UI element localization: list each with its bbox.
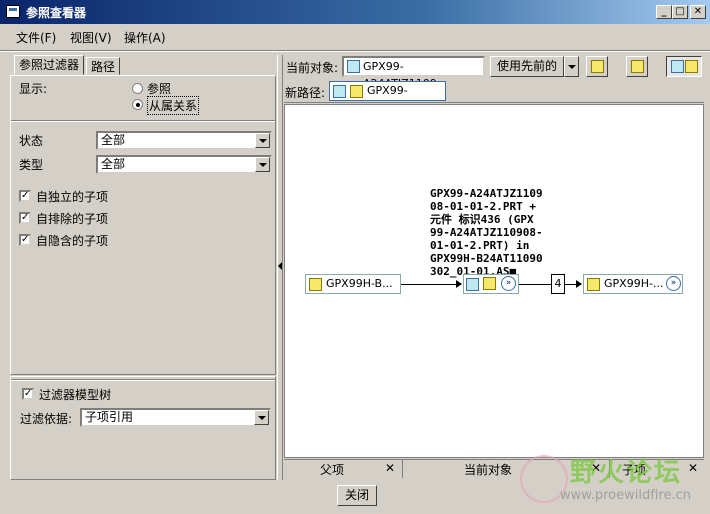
chevron-down-icon[interactable] [255,157,270,172]
current-object-label: 当前对象: [286,61,339,75]
assembly-icon [587,278,600,291]
state-select[interactable]: 全部 [96,131,272,150]
radio-reference[interactable] [132,83,143,94]
show-both-button[interactable] [666,56,702,77]
menu-actions[interactable]: 操作(A) [124,29,166,46]
reference-count: 4 [551,274,565,294]
type-value: 全部 [101,157,126,171]
radio-dependency-label: 从属关系 [147,96,200,115]
tab-path[interactable]: 路径 [86,57,120,75]
expand-icon[interactable]: » [501,276,516,291]
child-node[interactable]: GPX99H-... » [583,274,683,294]
tab-reference-filter[interactable]: 参照过滤器 [14,55,84,75]
tab-parent[interactable]: 父项 [320,461,344,478]
state-value: 全部 [101,133,126,147]
close-window-button[interactable]: ✕ [690,5,706,19]
radio-dependency[interactable] [132,99,143,110]
title-bar: 参照查看器 _ □ ✕ [0,0,710,24]
collapse-arrow-icon[interactable] [278,262,282,270]
use-previous-dropdown[interactable] [564,56,579,77]
type-select[interactable]: 全部 [96,155,272,174]
menu-separator [0,50,710,52]
close-icon[interactable]: ✕ [688,461,698,475]
assembly-icon [685,60,698,73]
graph-description: GPX99-A24ATJZ1109 08-01-01-2.PRT + 元件 标识… [430,187,543,278]
assembly-icon [350,85,363,98]
state-label: 状态 [19,134,44,148]
watermark-url: www.proewildfire.cn [560,488,691,503]
use-previous-button[interactable]: 使用先前的 [490,56,564,77]
show-child-button[interactable] [626,56,648,77]
path-bar: 新路径: GPX99-A24A... [284,79,704,115]
filter-panel: 显示: 参照 从属关系 状态 全部 类型 全部 ✓ 自独立的子项 ✓ 自排除的子… [10,75,276,375]
checkbox-implied[interactable]: ✓ [19,234,31,246]
menu-bar: 文件(F) 视图(V) 操作(A) [0,26,710,48]
divider [11,120,275,122]
checkbox-excluded[interactable]: ✓ [19,212,31,224]
assembly-icon [631,60,644,73]
minimize-button[interactable]: _ [656,5,672,19]
display-label: 显示: [19,82,48,96]
current-object-field[interactable]: GPX99-A24ATJZ1109... [342,56,485,90]
parent-node-label: GPX99H-B... [326,277,393,290]
new-path-label: 新路径: [285,86,326,100]
connector-line [519,284,551,285]
part-icon [333,85,346,98]
child-node-label: GPX99H-... [604,277,664,290]
maximize-button[interactable]: □ [672,5,688,19]
show-parent-button[interactable] [586,56,608,77]
window-title: 参照查看器 [26,6,87,20]
current-node[interactable]: » [463,274,519,294]
tab-current-object[interactable]: 当前对象 [464,461,512,478]
part-icon [671,60,684,73]
menu-file[interactable]: 文件(F) [16,29,56,46]
arrow-icon [456,280,462,288]
menu-view[interactable]: 视图(V) [70,29,112,46]
expand-icon[interactable]: » [666,276,681,291]
type-label: 类型 [19,158,44,172]
parent-node[interactable]: GPX99H-B... [305,274,401,294]
assembly-icon [309,278,322,291]
chevron-down-icon [568,65,576,69]
chevron-down-icon[interactable] [255,133,270,148]
graph-canvas: GPX99-A24ATJZ1109 08-01-01-2.PRT + 元件 标识… [284,104,704,458]
radio-reference-label: 参照 [147,82,172,96]
assembly-icon [483,277,496,290]
watermark-brand: 野火论坛 [570,458,683,488]
checkbox-independent-label: 自独立的子项 [36,190,109,204]
divider [402,460,403,478]
checkbox-implied-label: 自隐含的子项 [36,234,109,248]
connector-line [401,284,459,285]
close-icon[interactable]: ✕ [385,461,395,475]
filter-tree-panel [10,376,276,480]
checkbox-independent[interactable]: ✓ [19,190,31,202]
part-icon [466,278,479,291]
part-icon [347,60,360,73]
app-icon [6,5,20,18]
close-button[interactable]: 关闭 [337,485,377,506]
checkbox-excluded-label: 自排除的子项 [36,212,109,226]
path-item[interactable]: GPX99-A24A... [329,81,446,115]
arrow-icon [576,280,582,288]
component-icon [591,60,604,73]
